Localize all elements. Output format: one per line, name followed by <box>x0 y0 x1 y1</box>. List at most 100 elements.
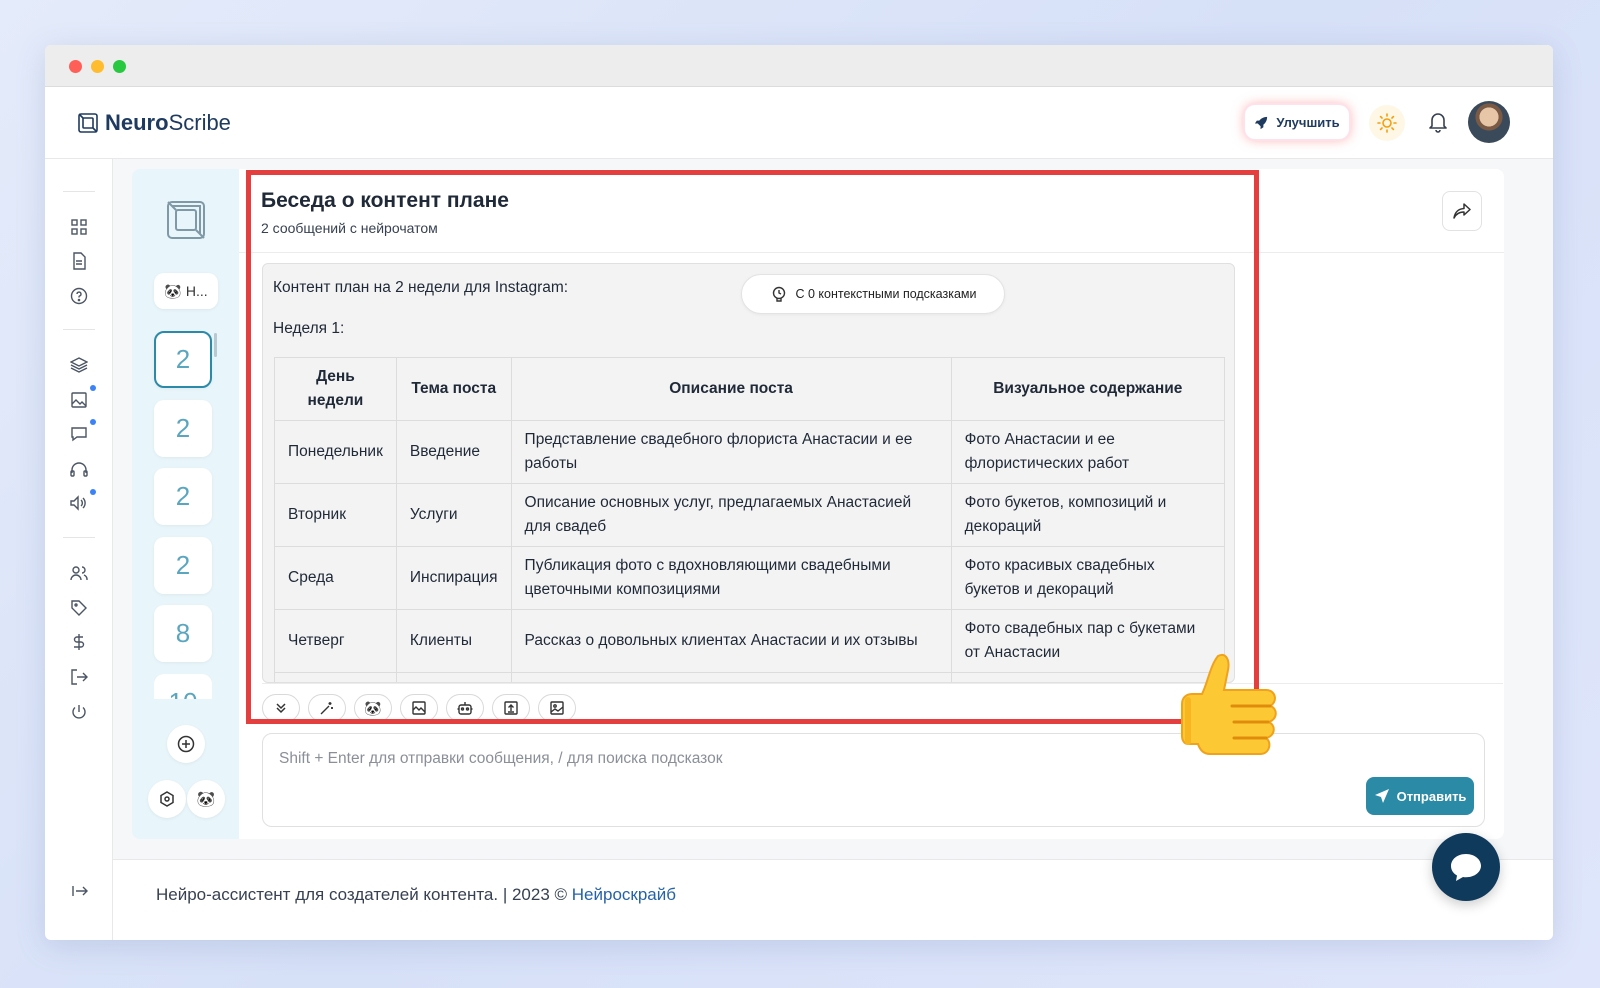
assistant-message: Контент план на 2 недели для Instagram: … <box>262 263 1235 683</box>
logout-icon <box>71 669 88 685</box>
collapse-sidebar-button[interactable] <box>69 880 91 902</box>
send-button[interactable]: Отправить <box>1366 777 1474 815</box>
document-icon <box>73 252 86 270</box>
chat-title: Беседа о контент плане <box>261 189 509 212</box>
chat-list-item-label: 2 <box>175 481 191 511</box>
nav-divider <box>63 191 95 192</box>
nav-voice[interactable] <box>69 493 89 513</box>
upload-button[interactable] <box>492 694 530 722</box>
nav-help[interactable] <box>69 286 89 306</box>
message-intro: Контент план на 2 недели для Instagram: <box>273 279 569 296</box>
layers-icon <box>70 357 88 373</box>
message-toolbar: 🐼 <box>262 683 1503 729</box>
main-content: 🐼 Н... 2 2 2 2 8 10 🐼 <box>113 159 1553 859</box>
tag-icon <box>71 600 87 616</box>
nav-power[interactable] <box>69 702 89 722</box>
top-header: NeuroScribe Улучшить <box>45 87 1553 159</box>
nav-audio[interactable] <box>69 459 89 479</box>
assistant-tool-button[interactable]: 🐼 <box>354 694 392 722</box>
chat-bubble-icon <box>1451 854 1481 881</box>
logo-text-bold: Neuro <box>105 110 169 135</box>
logo-text-light: Scribe <box>168 110 231 135</box>
minimize-window-button[interactable] <box>91 60 104 73</box>
app-logo[interactable]: NeuroScribe <box>77 110 231 136</box>
nav-tags[interactable] <box>69 598 89 618</box>
message-input[interactable]: Shift + Enter для отправки сообщения, / … <box>262 733 1485 827</box>
nav-layers[interactable] <box>69 355 89 375</box>
upload-icon <box>504 701 518 715</box>
nav-chat[interactable] <box>69 424 89 444</box>
nav-dashboard[interactable] <box>69 217 89 237</box>
nav-users[interactable] <box>69 563 89 583</box>
table-cell <box>395 672 512 682</box>
logo-icon <box>78 113 98 133</box>
chat-header: Беседа о контент плане 2 сообщений с ней… <box>239 169 1504 253</box>
footer-text: Нейро-ассистент для создателей контента.… <box>156 885 676 905</box>
footer-copyright: Нейро-ассистент для создателей контента.… <box>156 885 572 904</box>
assistant-chip[interactable]: 🐼 Н... <box>154 273 218 309</box>
table-cell: Понедельник <box>274 420 397 484</box>
nav-logout[interactable] <box>69 667 89 687</box>
neuroscribe-logo-icon <box>167 201 205 239</box>
chat-list-item[interactable]: 2 <box>154 537 212 594</box>
user-avatar[interactable] <box>1468 101 1510 143</box>
users-icon <box>70 566 88 581</box>
left-navigation <box>45 159 113 940</box>
help-icon <box>70 287 88 305</box>
upgrade-button[interactable]: Улучшить <box>1245 105 1349 139</box>
notification-dot <box>90 489 96 495</box>
chat-list-item[interactable]: 2 <box>154 331 212 388</box>
table-cell <box>510 672 952 682</box>
window-titlebar <box>45 45 1553 87</box>
table-cell: Вторник <box>274 483 397 547</box>
chat-list-item-label: 2 <box>175 413 191 443</box>
theme-toggle-button[interactable] <box>1369 105 1405 141</box>
context-hints-chip[interactable]: С 0 контекстными подсказками <box>741 274 1005 314</box>
share-button[interactable] <box>1442 191 1482 231</box>
page-footer: Нейро-ассистент для создателей контента.… <box>113 859 1553 940</box>
generate-image-button[interactable] <box>538 694 576 722</box>
nav-divider <box>63 329 95 330</box>
chat-list-item[interactable]: 10 <box>154 674 212 699</box>
image-frame-button[interactable] <box>400 694 438 722</box>
footer-link[interactable]: Нейроскрайб <box>572 885 676 904</box>
table-cell: Представление свадебного флориста Анаста… <box>510 420 952 484</box>
notifications-button[interactable] <box>1423 107 1453 137</box>
close-window-button[interactable] <box>69 60 82 73</box>
headphones-icon <box>70 462 88 477</box>
chat-list-item[interactable]: 2 <box>154 468 212 525</box>
chat-list-scrollbar[interactable] <box>214 333 217 357</box>
panda-icon: 🐼 <box>196 791 216 808</box>
column-header: Описание поста <box>510 357 952 421</box>
table-cell: Среда <box>274 546 397 610</box>
chat-list-item[interactable]: 8 <box>154 605 212 662</box>
chevrons-down-icon <box>276 703 286 714</box>
nav-documents[interactable] <box>69 251 89 271</box>
magic-wand-icon <box>320 702 333 715</box>
chat-list-item[interactable]: 2 <box>154 400 212 457</box>
table-row <box>274 672 1226 682</box>
nav-images[interactable] <box>69 390 89 410</box>
magic-prompt-button[interactable] <box>308 694 346 722</box>
lightbulb-icon <box>772 286 785 302</box>
gear-icon <box>160 791 174 807</box>
scroll-down-button[interactable] <box>262 694 300 722</box>
send-button-label: Отправить <box>1396 788 1467 804</box>
week-label: Неделя 1: <box>273 320 345 337</box>
maximize-window-button[interactable] <box>113 60 126 73</box>
collapse-sidebar-icon <box>72 886 88 896</box>
nav-billing[interactable] <box>69 632 89 652</box>
robot-button[interactable] <box>446 694 484 722</box>
power-icon <box>72 705 86 719</box>
chat-list-item-label: 2 <box>175 344 191 374</box>
assistant-button[interactable]: 🐼 <box>187 780 225 818</box>
table-cell: Публикация фото с вдохновляющими свадебн… <box>510 546 952 610</box>
new-chat-button[interactable] <box>167 725 205 763</box>
chat-settings-button[interactable] <box>148 780 186 818</box>
support-chat-button[interactable] <box>1432 833 1500 901</box>
image-frame-icon <box>412 701 426 715</box>
grid-icon <box>71 219 87 235</box>
table-cell: Клиенты <box>395 609 512 673</box>
table-row: Понедельник Введение Представление сваде… <box>274 420 1226 484</box>
chat-list-sidebar: 🐼 Н... 2 2 2 2 8 10 🐼 <box>132 169 239 839</box>
